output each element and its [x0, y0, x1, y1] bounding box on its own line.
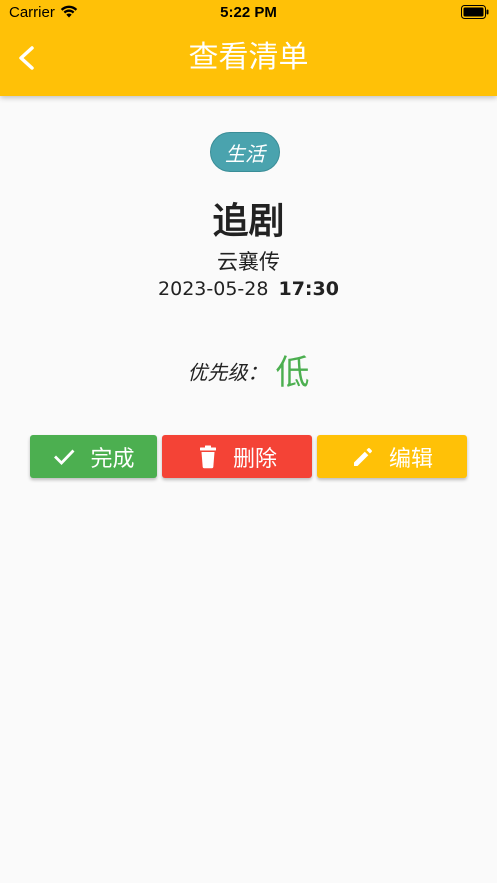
task-date: 2023-05-28 [158, 278, 269, 300]
task-subtitle: 云襄传 [217, 250, 280, 274]
pencil-icon [353, 447, 372, 466]
status-bar: Carrier 5:22 PM [0, 0, 497, 26]
priority-value: 低 [275, 352, 310, 393]
action-buttons: 完成 删除 编辑 [0, 435, 497, 479]
battery-icon [461, 5, 489, 19]
done-button-label: 完成 [90, 446, 135, 472]
priority-label: 优先级： [187, 360, 268, 385]
trash-icon [199, 445, 216, 468]
delete-button-label: 删除 [232, 446, 277, 472]
task-time: 17:30 [278, 278, 339, 300]
app-bar: Carrier 5:22 PM 查看清单 [0, 0, 497, 96]
delete-button[interactable]: 删除 [162, 435, 312, 478]
task-datetime: 2023-05-28 17:30 [0, 276, 497, 302]
page-title: 查看清单 [188, 40, 309, 75]
edit-button-label: 编辑 [388, 446, 433, 472]
check-icon [54, 449, 75, 465]
category-chip: 生活 [210, 132, 280, 172]
done-button[interactable]: 完成 [30, 435, 157, 478]
status-time: 5:22 PM [220, 4, 277, 21]
priority-row: 优先级： 低 [0, 350, 497, 395]
edit-button[interactable]: 编辑 [317, 435, 467, 478]
task-title: 追剧 [212, 201, 285, 242]
